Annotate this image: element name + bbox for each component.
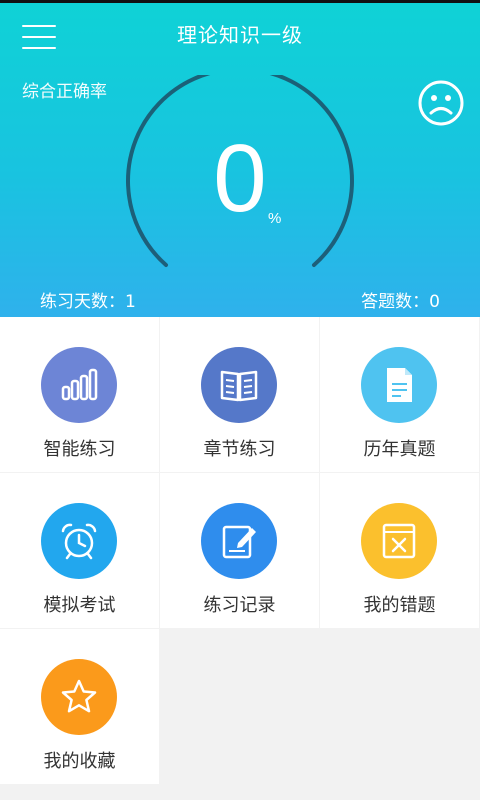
tile-favorites[interactable]: 我的收藏 [0,629,159,784]
tile-icon-circle [361,347,437,423]
tile-mock-exam[interactable]: 模拟考试 [0,473,159,628]
tile-icon-circle [361,503,437,579]
tile-icon-circle [41,347,117,423]
header-panel: 理论知识一级 综合正确率 0 % 练习天数：1 答题数：0 [0,3,480,317]
star-icon [61,679,97,713]
tile-label: 我的收藏 [43,751,116,772]
accuracy-unit: % [268,210,282,227]
tile-wrong-questions[interactable]: 我的错题 [320,473,479,628]
answer-count: 答题数：0 [361,292,440,312]
tile-icon-circle [41,659,117,735]
tile-label: 我的错题 [363,595,436,616]
practice-days: 练习天数：1 [40,292,136,312]
edit-note-icon [222,525,256,559]
tile-label: 练习记录 [203,595,276,616]
wrong-box-icon [382,523,416,559]
tile-past-exams[interactable]: 历年真题 [320,317,479,472]
alarm-clock-icon [61,523,97,560]
book-icon [220,370,258,402]
accuracy-value: 0 % [0,131,480,227]
tile-practice-record[interactable]: 练习记录 [160,473,319,628]
tile-smart-practice[interactable]: 智能练习 [0,317,159,472]
accuracy-number: 0 [213,125,267,232]
document-icon [387,368,412,402]
tile-label: 历年真题 [363,439,436,460]
accuracy-label: 综合正确率 [22,82,107,102]
bar-chart-icon [61,368,98,401]
tile-icon-circle [201,347,277,423]
tile-label: 模拟考试 [43,595,116,616]
sad-face-icon[interactable] [416,78,466,128]
page-title: 理论知识一级 [177,23,303,47]
tile-icon-circle [201,503,277,579]
tile-label: 智能练习 [43,439,116,460]
tile-icon-circle [41,503,117,579]
tile-chapter-practice[interactable]: 章节练习 [160,317,319,472]
tile-label: 章节练习 [203,439,276,460]
